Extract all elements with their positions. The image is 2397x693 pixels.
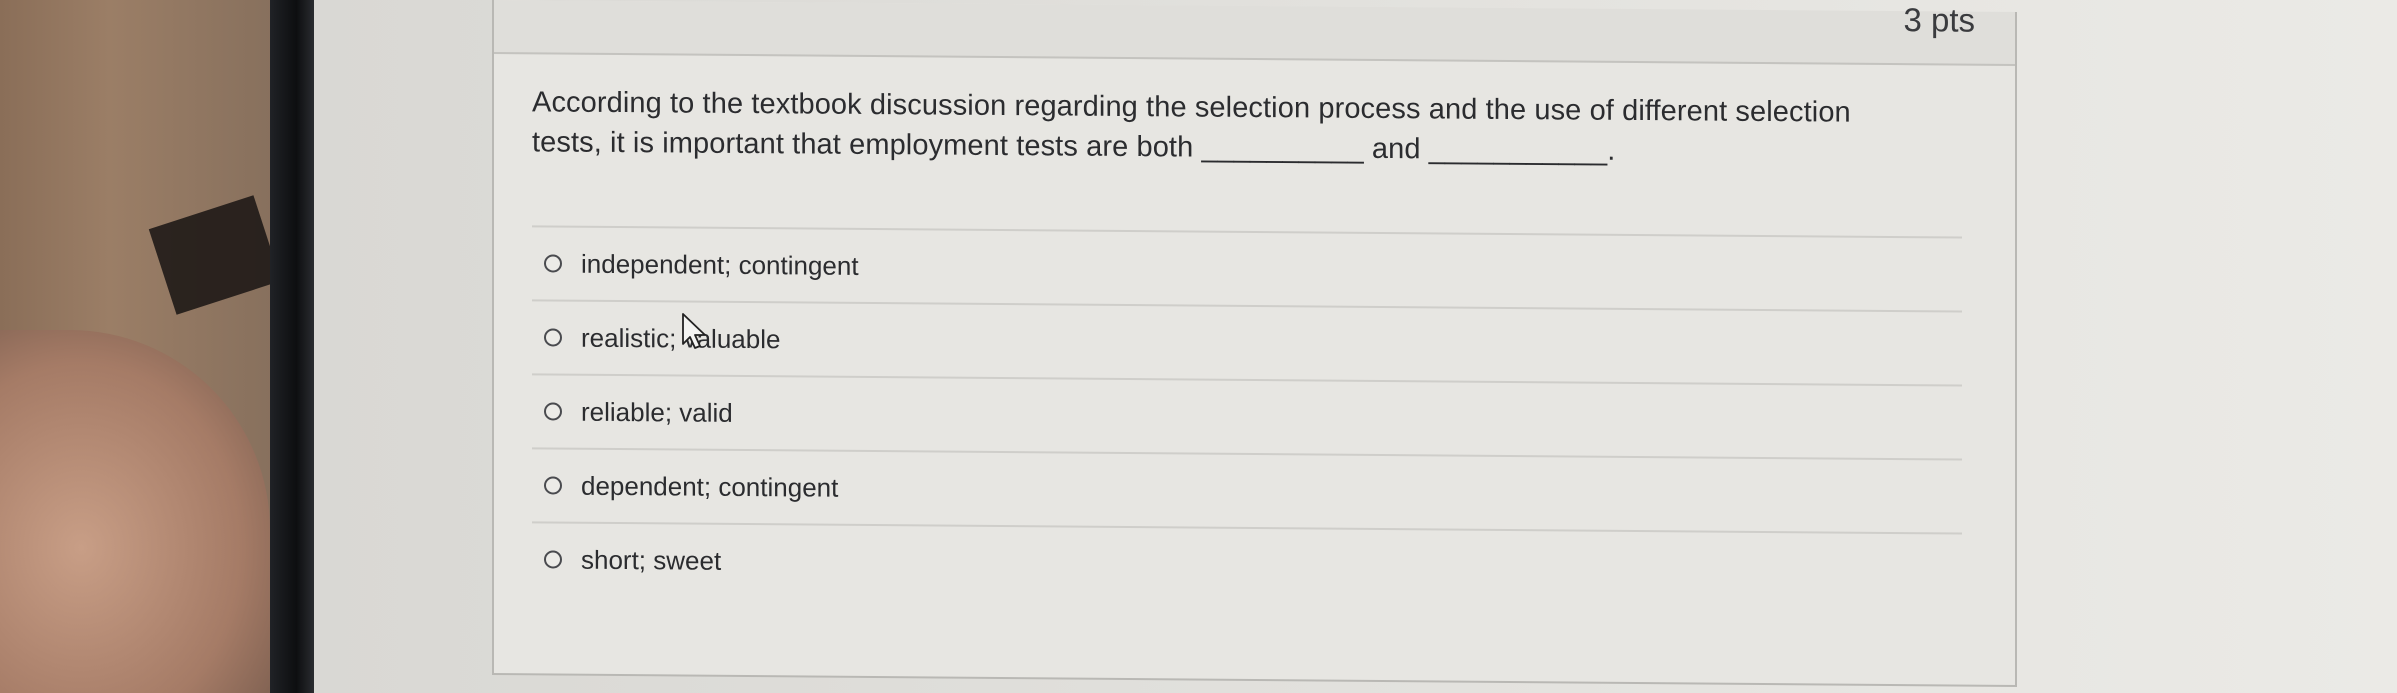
answer-label: short; sweet bbox=[581, 544, 722, 576]
radio-unselected-icon[interactable] bbox=[544, 550, 562, 569]
points-label: 3 pts bbox=[1903, 1, 1975, 39]
radio-unselected-icon[interactable] bbox=[544, 476, 562, 495]
answer-list: independent; contingent realistic; valua… bbox=[532, 225, 1962, 607]
question-header: 3 pts bbox=[494, 0, 2015, 66]
background-shadow bbox=[148, 195, 282, 315]
answer-option-reliable-valid[interactable]: reliable; valid bbox=[532, 373, 1962, 459]
question-card: 3 pts According to the textbook discussi… bbox=[492, 0, 2017, 687]
radio-unselected-icon[interactable] bbox=[544, 254, 562, 273]
answer-option-short-sweet[interactable]: short; sweet bbox=[532, 521, 1962, 607]
answer-option-independent-contingent[interactable]: independent; contingent bbox=[532, 225, 1962, 311]
answer-label: dependent; contingent bbox=[581, 470, 839, 503]
answer-label: independent; contingent bbox=[581, 248, 859, 281]
radio-unselected-icon[interactable] bbox=[544, 328, 562, 347]
mouse-pointer-icon bbox=[682, 313, 706, 349]
monitor-bezel bbox=[270, 0, 314, 693]
background-hand bbox=[0, 330, 270, 693]
radio-unselected-icon[interactable] bbox=[544, 402, 562, 421]
question-text: According to the textbook discussion reg… bbox=[532, 82, 1952, 173]
answer-option-realistic-valuable[interactable]: realistic; valuable bbox=[532, 299, 1962, 385]
background-photo-left bbox=[0, 0, 282, 693]
answer-option-dependent-contingent[interactable]: dependent; contingent bbox=[532, 447, 1962, 533]
answer-label: reliable; valid bbox=[581, 396, 733, 428]
